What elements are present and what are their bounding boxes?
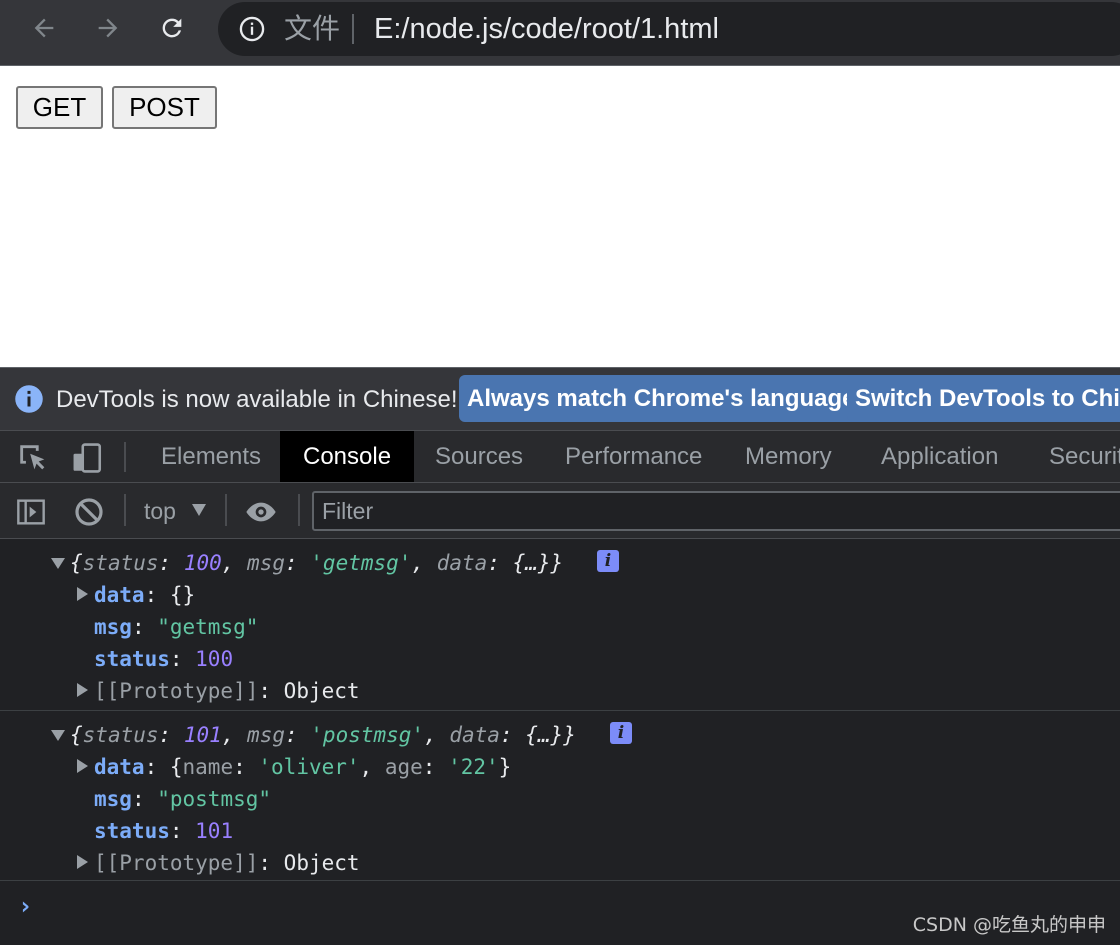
forward-button[interactable]	[90, 10, 126, 46]
context-selector[interactable]: top	[144, 497, 176, 525]
property-prototype[interactable]: [[Prototype]]: Object	[94, 847, 360, 879]
tab-console[interactable]: Console	[280, 431, 415, 482]
property-status: status: 101	[94, 819, 234, 843]
expand-triangle-icon[interactable]	[77, 759, 88, 773]
tab-application[interactable]: Application	[881, 431, 998, 482]
infobar-message: DevTools is now available in Chinese!	[56, 386, 458, 413]
watermark: CSDN @吃鱼丸的申申	[912, 914, 1106, 936]
tab-memory[interactable]: Memory	[745, 431, 832, 482]
tab-security[interactable]: Security	[1049, 431, 1120, 482]
clear-console-icon[interactable]	[73, 496, 105, 528]
console-output: {status: 100, msg: 'getmsg', data: {…}} …	[0, 539, 1120, 945]
devtools-language-infobar: DevTools is now available in Chinese! Al…	[0, 367, 1120, 430]
live-expression-eye-icon[interactable]	[245, 496, 277, 528]
reload-icon	[162, 18, 182, 38]
arrow-left-icon	[34, 18, 54, 38]
console-message: {status: 100, msg: 'getmsg', data: {…}} …	[0, 539, 1120, 711]
switch-devtools-language-button[interactable]: Switch DevTools to Chinese	[847, 375, 1120, 422]
property-status: status: 100	[94, 647, 234, 671]
browser-toolbar: 文件 E:/node.js/code/root/1.html	[0, 0, 1120, 66]
expand-triangle-icon[interactable]	[51, 558, 65, 569]
inspect-element-icon[interactable]	[16, 441, 50, 475]
divider	[124, 442, 126, 472]
info-badge-icon[interactable]: i	[610, 722, 632, 744]
property-msg: msg: "postmsg"	[94, 787, 272, 811]
expand-triangle-icon[interactable]	[77, 587, 88, 601]
device-toolbar-icon[interactable]	[70, 441, 104, 475]
info-icon[interactable]	[238, 15, 266, 43]
caret-down-icon[interactable]	[192, 504, 206, 516]
sidebar-toggle-icon[interactable]	[15, 496, 47, 528]
property-msg: msg: "getmsg"	[94, 615, 259, 639]
filter-input[interactable]	[312, 491, 1120, 531]
object-summary[interactable]: {status: 100, msg: 'getmsg', data: {…}}	[70, 547, 563, 579]
expand-triangle-icon[interactable]	[51, 730, 65, 741]
property-prototype[interactable]: [[Prototype]]: Object	[94, 675, 360, 707]
address-bar[interactable]: 文件 E:/node.js/code/root/1.html	[218, 2, 1120, 56]
expand-triangle-icon[interactable]	[77, 683, 88, 697]
url-text[interactable]: E:/node.js/code/root/1.html	[374, 12, 719, 46]
reload-button[interactable]	[154, 10, 190, 46]
info-icon	[15, 385, 43, 413]
divider	[124, 494, 126, 526]
arrow-right-icon	[98, 18, 118, 38]
tab-performance[interactable]: Performance	[565, 431, 702, 482]
info-badge-icon[interactable]: i	[597, 550, 619, 572]
property-data[interactable]: data: {}	[94, 579, 195, 611]
divider	[298, 494, 300, 526]
devtools-tabbar: Elements Console Sources Performance Mem…	[0, 430, 1120, 483]
console-toolbar: top	[0, 483, 1120, 539]
divider	[225, 494, 227, 526]
expand-triangle-icon[interactable]	[77, 855, 88, 869]
file-scheme-label: 文件	[284, 12, 341, 45]
tab-sources[interactable]: Sources	[435, 431, 523, 482]
get-button[interactable]: GET	[16, 86, 103, 129]
post-button[interactable]: POST	[112, 86, 217, 129]
divider	[352, 14, 354, 44]
tab-elements[interactable]: Elements	[161, 431, 261, 482]
back-button[interactable]	[26, 10, 62, 46]
console-message: {status: 101, msg: 'postmsg', data: {…}}…	[0, 711, 1120, 881]
object-summary[interactable]: {status: 101, msg: 'postmsg', data: {…}}	[70, 719, 576, 751]
property-data[interactable]: data: {name: 'oliver', age: '22'}	[94, 751, 511, 783]
console-prompt-icon[interactable]: ›	[18, 894, 32, 918]
page-viewport: GET POST	[0, 66, 1120, 367]
always-match-language-button[interactable]: Always match Chrome's language	[459, 375, 864, 422]
